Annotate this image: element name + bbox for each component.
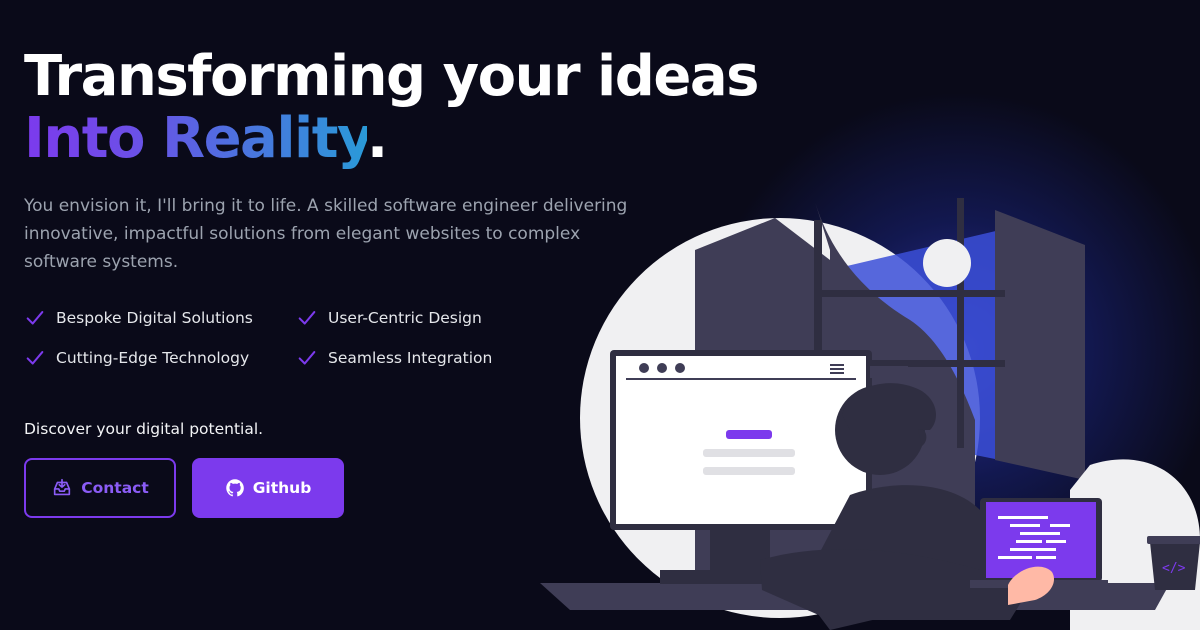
lamp-shade <box>870 366 908 378</box>
developer-illustration: </> <box>540 198 1200 630</box>
feature-item: User-Centric Design <box>296 306 546 330</box>
feature-item: Bespoke Digital Solutions <box>24 306 296 330</box>
window-frame-vertical-2 <box>957 198 964 448</box>
feature-label: Seamless Integration <box>328 349 493 367</box>
feature-item: Seamless Integration <box>296 346 546 370</box>
moon <box>923 239 971 287</box>
feature-label: Bespoke Digital Solutions <box>56 309 253 327</box>
github-button[interactable]: Github <box>192 458 344 518</box>
cta-text: Discover your digital potential. <box>24 420 264 438</box>
monitor-screen <box>616 356 866 524</box>
check-icon <box>298 311 316 325</box>
feature-label: Cutting-Edge Technology <box>56 349 250 367</box>
window-frame-horizontal <box>815 290 1005 297</box>
headline-line2: Into Reality. <box>24 108 758 170</box>
contact-button-label: Contact <box>81 479 149 497</box>
headline-line1: Transforming your ideas <box>24 44 759 109</box>
building-right <box>995 210 1085 480</box>
feature-item: Cutting-Edge Technology <box>24 346 296 370</box>
check-icon <box>26 311 44 325</box>
github-button-label: Github <box>252 479 312 497</box>
hero-headline: Transforming your ideas Into Reality. <box>24 44 759 170</box>
headline-highlight: Into Reality <box>24 106 368 171</box>
feature-list: Bespoke Digital Solutions User-Centric D… <box>24 306 544 370</box>
monitor-topbar <box>616 356 866 380</box>
inbox-icon <box>54 478 71 496</box>
github-icon <box>225 479 244 497</box>
hero-page: Transforming your ideas Into Reality. Yo… <box>0 0 1200 630</box>
feature-label: User-Centric Design <box>328 309 482 327</box>
screen-accent-bar <box>726 430 772 439</box>
cup-code-symbol: </> <box>1162 561 1186 576</box>
contact-button[interactable]: Contact <box>24 458 176 518</box>
check-icon <box>26 351 44 365</box>
check-icon <box>298 351 316 365</box>
headline-period: . <box>366 106 388 171</box>
